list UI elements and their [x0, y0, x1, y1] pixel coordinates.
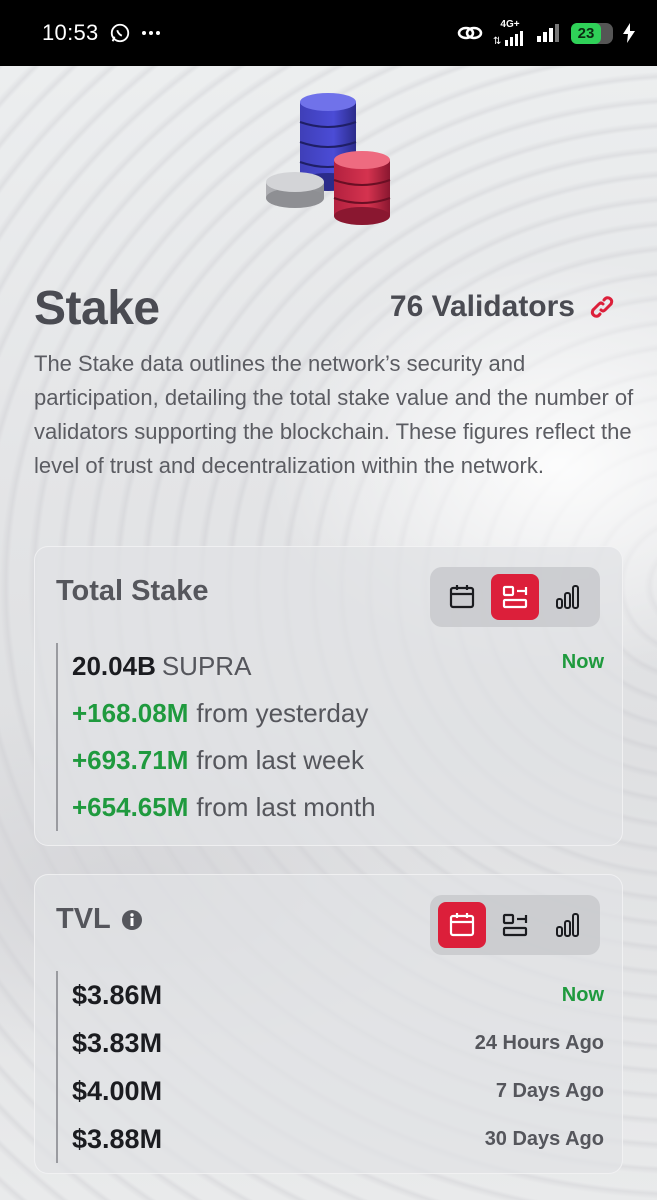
tvl-time: Now [561, 983, 604, 1006]
calendar-view-button[interactable] [438, 574, 486, 620]
tvl-value: $3.88M [72, 1123, 163, 1154]
hotspot-link-icon [457, 26, 483, 40]
total-stake-title: Total Stake [56, 575, 209, 607]
more-dots-icon [141, 31, 160, 35]
tvl-row: $3.83M 24 Hours Ago [72, 1019, 604, 1067]
tvl-value: $3.83M [72, 1027, 163, 1058]
network-type: 4G+ [500, 19, 520, 30]
stake-change-label: from yesterday [196, 698, 369, 728]
stake-change-label: from last month [196, 792, 376, 822]
tvl-card: TVL $3.86M Now $3.83M 24 Hours Ago $4.00… [34, 874, 623, 1174]
tvl-value: $4.00M [72, 1075, 163, 1106]
total-stake-view-toggle [430, 567, 600, 627]
tvl-value: $3.86M [72, 979, 163, 1010]
calendar-icon [450, 913, 475, 937]
tvl-time: 30 Days Ago [484, 1127, 604, 1150]
stake-change-delta: +654.65M [72, 792, 189, 822]
list-view-button[interactable] [491, 902, 539, 948]
signal-icon: ⇅ [493, 31, 523, 46]
validators-link[interactable]: 76 Validators [390, 290, 615, 324]
total-stake-body: Now 20.04B SUPRA +168.08M from yesterday… [56, 643, 604, 831]
battery-indicator: 23 [571, 22, 613, 44]
calendar-icon [450, 585, 475, 609]
stake-screen: Stake 76 Validators The Stake data outli… [0, 66, 657, 1200]
stake-change-delta: +168.08M [72, 698, 189, 728]
svg-text:⇅: ⇅ [493, 36, 501, 46]
list-icon [502, 585, 528, 609]
coin-stacks-icon [266, 93, 391, 225]
now-label: Now [561, 651, 604, 673]
stake-change-row: +654.65M from last month [72, 784, 604, 831]
total-stake-card: Total Stake Now 20.04B SUPRA +168.08M fr… [34, 546, 623, 846]
chart-view-button[interactable] [544, 902, 592, 948]
calendar-view-button[interactable] [438, 902, 487, 948]
tvl-row: $3.88M 30 Days Ago [72, 1115, 604, 1163]
tvl-view-toggle [430, 895, 600, 955]
stake-change-delta: +693.71M [72, 745, 189, 775]
list-icon [502, 913, 528, 937]
battery-level: 23 [571, 22, 601, 44]
status-time: 10:53 [42, 20, 99, 45]
tvl-row: $4.00M 7 Days Ago [72, 1067, 604, 1115]
validators-count: 76 Validators [389, 290, 575, 323]
total-stake-unit: SUPRA [161, 651, 252, 681]
bar-chart-icon [555, 585, 579, 609]
status-bar: 10:53 4G+ ⇅ 23 [0, 0, 657, 66]
charging-icon [623, 23, 635, 43]
list-view-button[interactable] [490, 574, 539, 620]
stake-change-row: +693.71M from last week [72, 737, 604, 784]
stake-description: The Stake data outlines the network’s se… [34, 351, 634, 478]
chart-view-button[interactable] [544, 574, 592, 620]
tvl-body: $3.86M Now $3.83M 24 Hours Ago $4.00M 7 … [56, 971, 604, 1163]
stake-change-row: +168.08M from yesterday [72, 690, 604, 737]
page-title: Stake [34, 282, 160, 335]
total-stake-amount: 20.04B [72, 651, 156, 681]
info-icon[interactable] [121, 909, 143, 931]
whatsapp-icon [110, 23, 129, 43]
tvl-row: $3.86M Now [72, 971, 604, 1019]
signal-icon-2 [537, 24, 559, 42]
tvl-title: TVL [56, 903, 143, 936]
bar-chart-icon [555, 913, 579, 937]
stake-change-label: from last week [196, 745, 364, 775]
tvl-time: 24 Hours Ago [474, 1031, 604, 1054]
tvl-time: 7 Days Ago [495, 1079, 604, 1102]
link-icon[interactable] [589, 294, 615, 320]
total-stake-amount-row: 20.04B SUPRA [72, 643, 604, 690]
